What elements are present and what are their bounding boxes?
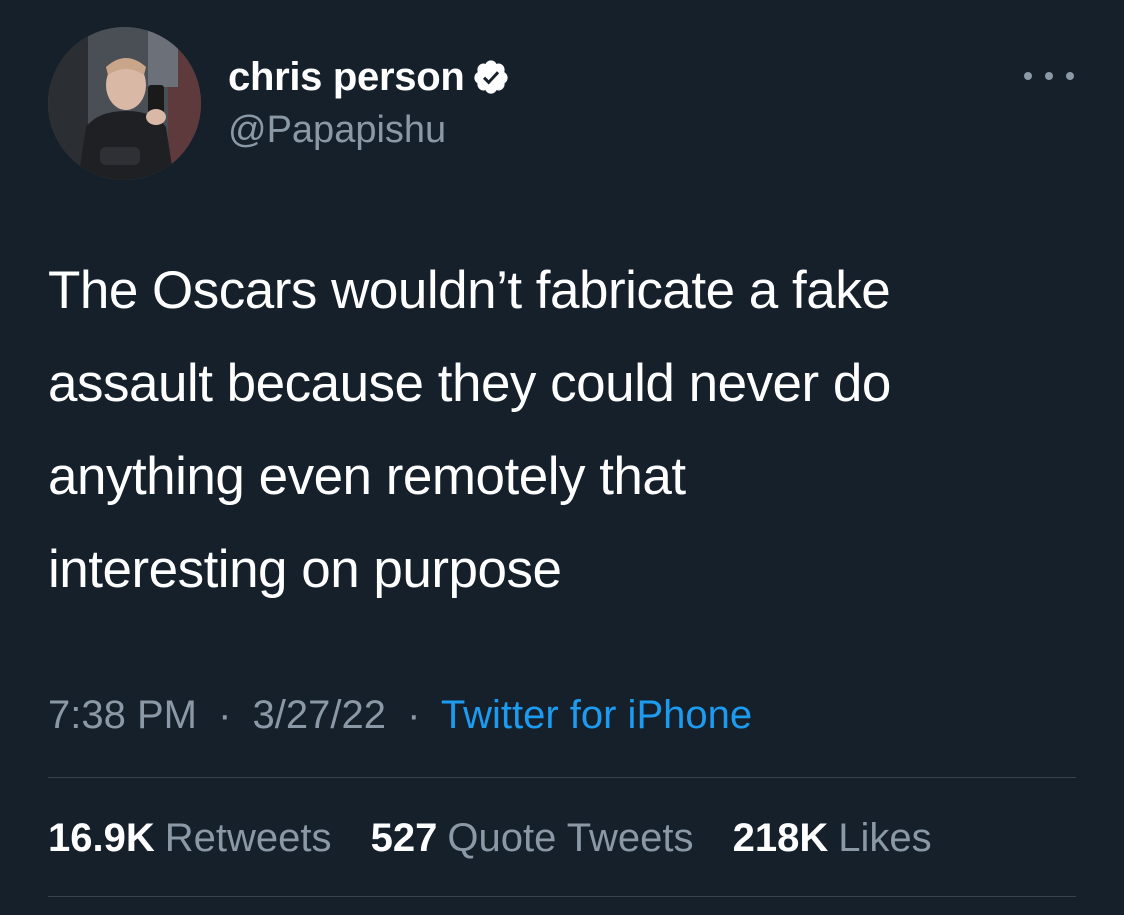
author-name-row[interactable]: chris person	[228, 55, 510, 99]
avatar[interactable]	[48, 27, 201, 180]
tweet-metadata: 7:38 PM · 3/27/22 · Twitter for iPhone	[48, 690, 752, 740]
author-handle[interactable]: @Papapishu	[228, 108, 446, 152]
display-name[interactable]: chris person	[228, 55, 465, 99]
separator: ·	[218, 693, 232, 737]
quote-tweets-label: Quote Tweets	[447, 816, 694, 860]
tweet-time[interactable]: 7:38 PM	[48, 693, 197, 737]
verified-badge-icon	[472, 58, 510, 96]
avatar-photo-icon	[48, 27, 201, 180]
more-dot	[1045, 72, 1053, 80]
quote-tweets-count: 527	[370, 816, 438, 860]
quote-tweets-stat[interactable]: 527 Quote Tweets	[371, 813, 694, 863]
retweets-count: 16.9K	[48, 816, 155, 860]
separator: ·	[407, 693, 421, 737]
tweet-date[interactable]: 3/27/22	[253, 693, 386, 737]
more-options-icon[interactable]	[1024, 64, 1074, 88]
tweet-detail: chris person @Papapishu The Oscars would…	[0, 0, 1124, 915]
more-dot	[1066, 72, 1074, 80]
likes-stat[interactable]: 218K Likes	[733, 813, 932, 863]
divider	[48, 896, 1076, 897]
tweet-source-link[interactable]: Twitter for iPhone	[441, 693, 752, 737]
likes-count: 218K	[732, 816, 829, 860]
tweet-stats: 16.9K Retweets 527 Quote Tweets 218K Likes	[48, 813, 960, 863]
likes-label: Likes	[838, 816, 932, 860]
more-dot	[1024, 72, 1032, 80]
tweet-text: The Oscars wouldn’t fabricate a fake ass…	[48, 261, 891, 599]
retweets-label: Retweets	[164, 816, 332, 860]
retweets-stat[interactable]: 16.9K Retweets	[48, 813, 332, 863]
divider	[48, 777, 1076, 778]
